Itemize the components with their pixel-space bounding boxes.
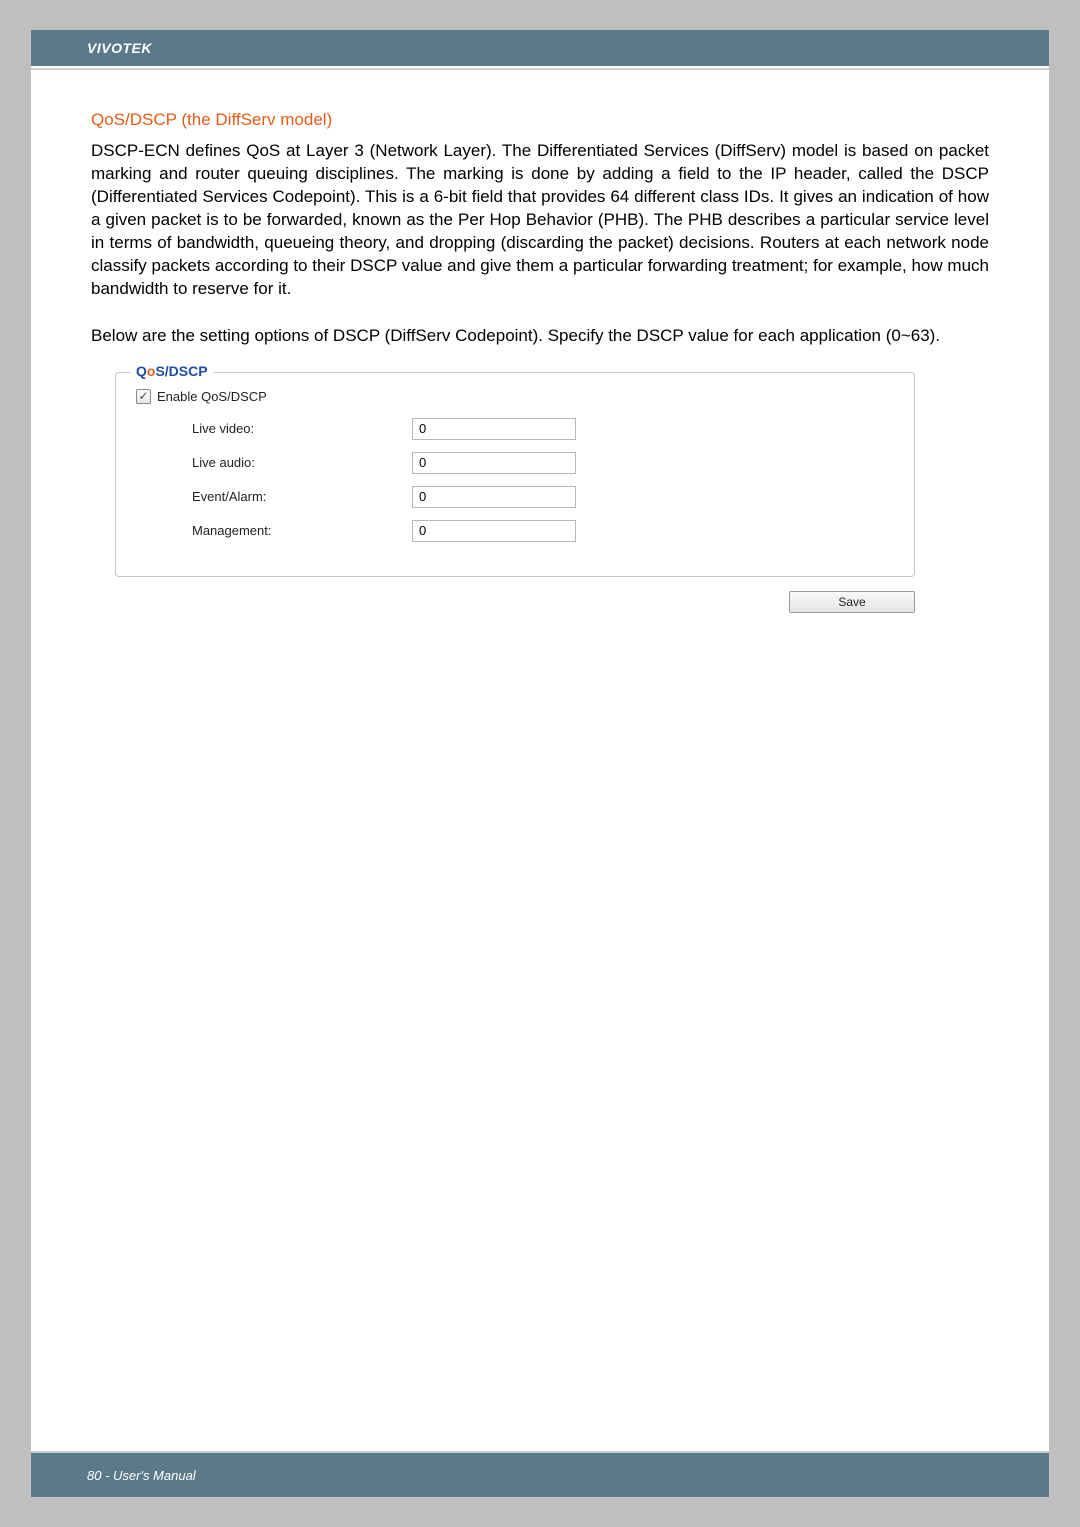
management-label: Management:: [192, 523, 412, 538]
live-audio-label: Live audio:: [192, 455, 412, 470]
live-audio-row: Live audio:: [136, 452, 894, 474]
paragraph-1: DSCP-ECN defines QoS at Layer 3 (Network…: [91, 140, 989, 301]
event-alarm-row: Event/Alarm:: [136, 486, 894, 508]
section-title: QoS/DSCP (the DiffServ model): [91, 110, 989, 130]
footer-text: 80 - User's Manual: [87, 1468, 196, 1483]
enable-qos-checkbox[interactable]: ✓: [136, 389, 151, 404]
management-row: Management:: [136, 520, 894, 542]
header-brand: VIVOTEK: [87, 40, 152, 56]
settings-panel: QoS/DSCP ✓ Enable QoS/DSCP Live video: L…: [115, 372, 915, 613]
event-alarm-label: Event/Alarm:: [192, 489, 412, 504]
qos-dscp-fieldset: QoS/DSCP ✓ Enable QoS/DSCP Live video: L…: [115, 372, 915, 577]
legend-letter-q: Q: [136, 363, 147, 379]
footer-bar: 80 - User's Manual: [31, 1453, 1049, 1497]
live-video-row: Live video:: [136, 418, 894, 440]
content-area: QoS/DSCP (the DiffServ model) DSCP-ECN d…: [31, 70, 1049, 613]
enable-qos-label: Enable QoS/DSCP: [157, 389, 267, 404]
page-container: VIVOTEK QoS/DSCP (the DiffServ model) DS…: [31, 30, 1049, 1497]
enable-qos-checkbox-row: ✓ Enable QoS/DSCP: [136, 389, 894, 404]
save-row: Save: [115, 591, 915, 613]
header-bar: VIVOTEK: [31, 30, 1049, 66]
live-video-input[interactable]: [412, 418, 576, 440]
legend-rest: S/DSCP: [155, 363, 207, 379]
live-video-label: Live video:: [192, 421, 412, 436]
management-input[interactable]: [412, 520, 576, 542]
fieldset-legend: QoS/DSCP: [130, 363, 214, 379]
event-alarm-input[interactable]: [412, 486, 576, 508]
checkmark-icon: ✓: [138, 390, 148, 402]
paragraph-2: Below are the setting options of DSCP (D…: [91, 325, 989, 348]
save-button[interactable]: Save: [789, 591, 915, 613]
live-audio-input[interactable]: [412, 452, 576, 474]
